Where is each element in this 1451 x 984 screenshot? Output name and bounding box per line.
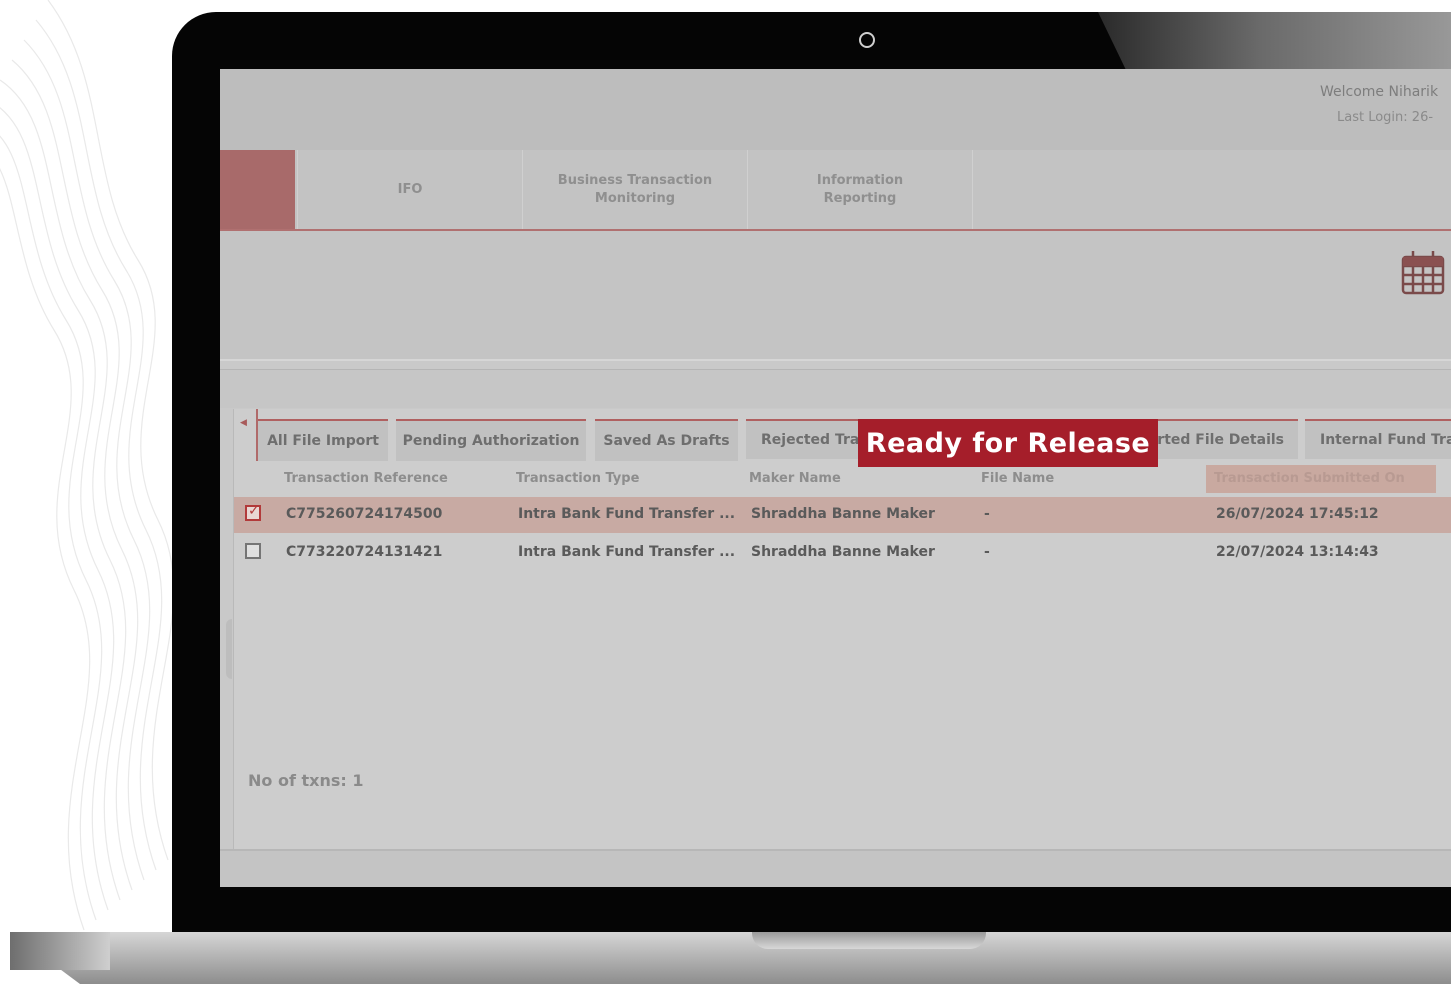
tab-label: Pending Authorization xyxy=(402,433,580,449)
app-screen: Welcome Niharik Last Login: 26- IFO Busi… xyxy=(220,69,1451,887)
cell-file-name: - xyxy=(984,544,990,560)
tab-label: orted File Details xyxy=(1158,432,1284,448)
column-header-submitted-on[interactable]: Transaction Submitted On xyxy=(1214,471,1405,486)
row-checkbox[interactable] xyxy=(245,503,261,521)
nav-item-active[interactable] xyxy=(220,150,295,229)
nav-item-empty xyxy=(972,150,1451,229)
laptop-base-edge xyxy=(10,932,110,970)
txn-count: No of txns: 1 xyxy=(248,771,364,790)
cell-maker: Shraddha Banne Maker xyxy=(751,506,935,522)
tab-label: Rejected Tran xyxy=(761,432,858,448)
nav-item-label: Business Transaction xyxy=(557,172,713,188)
calendar-icon[interactable] xyxy=(1400,249,1446,297)
cell-submitted-on: 22/07/2024 13:14:43 xyxy=(1216,544,1379,560)
cell-reference: C775260724174500 xyxy=(286,506,443,522)
filter-band xyxy=(220,369,1451,408)
nav-item-label: Information xyxy=(816,172,904,188)
caret-left-icon: ◀ xyxy=(240,418,247,428)
cell-maker: Shraddha Banne Maker xyxy=(751,544,935,560)
nav-item-label: IFO xyxy=(397,181,423,197)
tab-imported-file-details[interactable]: orted File Details xyxy=(1158,419,1298,459)
tab-label: Saved As Drafts xyxy=(603,433,730,449)
main-nav: IFO Business Transaction Monitoring Info… xyxy=(220,150,1451,231)
cell-type: Intra Bank Fund Transfer ... xyxy=(518,544,736,560)
screen-glare xyxy=(1098,12,1451,70)
cell-file-name: - xyxy=(984,506,990,522)
row-checkbox[interactable] xyxy=(245,543,261,559)
tab-saved-as-drafts[interactable]: Saved As Drafts xyxy=(595,419,738,461)
nav-item-information-reporting[interactable]: Information Reporting xyxy=(747,150,972,229)
cell-type: Intra Bank Fund Transfer ... xyxy=(518,506,736,522)
column-header-file-name[interactable]: File Name xyxy=(981,471,1054,486)
laptop-notch xyxy=(752,932,986,949)
column-header-maker[interactable]: Maker Name xyxy=(749,471,841,486)
side-collapse-handle[interactable] xyxy=(226,619,232,679)
nav-item-business-transaction-monitoring[interactable]: Business Transaction Monitoring xyxy=(522,150,747,229)
nav-item-label: Reporting xyxy=(823,190,897,206)
transactions-panel: ◀ All File Import Pending Authorization … xyxy=(233,409,1451,849)
tab-internal-fund-transfer[interactable]: Internal Fund Tran xyxy=(1305,419,1451,459)
table-row[interactable]: C773220724131421 Intra Bank Fund Transfe… xyxy=(234,535,1451,571)
column-header-reference[interactable]: Transaction Reference xyxy=(284,471,448,486)
column-header-type[interactable]: Transaction Type xyxy=(516,471,639,486)
tab-rejected-transactions[interactable]: Rejected Tran xyxy=(746,419,858,459)
nav-item-label: Monitoring xyxy=(594,190,676,206)
tab-label: All File Import xyxy=(267,433,379,449)
toolbar xyxy=(220,231,1451,361)
panel-footer xyxy=(220,849,1451,887)
laptop-base xyxy=(10,932,1451,984)
ready-for-release-tab[interactable]: Ready for Release xyxy=(858,419,1158,467)
table-row[interactable]: C775260724174500 Intra Bank Fund Transfe… xyxy=(234,497,1451,533)
cell-submitted-on: 26/07/2024 17:45:12 xyxy=(1216,506,1379,522)
app-header: Welcome Niharik Last Login: 26- xyxy=(220,69,1451,150)
welcome-text: Welcome Niharik xyxy=(1320,84,1439,100)
tab-pending-authorization[interactable]: Pending Authorization xyxy=(396,419,586,461)
tab-label: Internal Fund Tran xyxy=(1320,432,1451,448)
webcam-icon xyxy=(859,32,875,48)
tab-all-file-import[interactable]: All File Import xyxy=(258,419,388,461)
panel-toggle[interactable]: ◀ xyxy=(234,409,258,461)
nav-item-ifo[interactable]: IFO xyxy=(297,150,522,229)
last-login-text: Last Login: 26- xyxy=(1337,110,1434,125)
cell-reference: C773220724131421 xyxy=(286,544,443,560)
